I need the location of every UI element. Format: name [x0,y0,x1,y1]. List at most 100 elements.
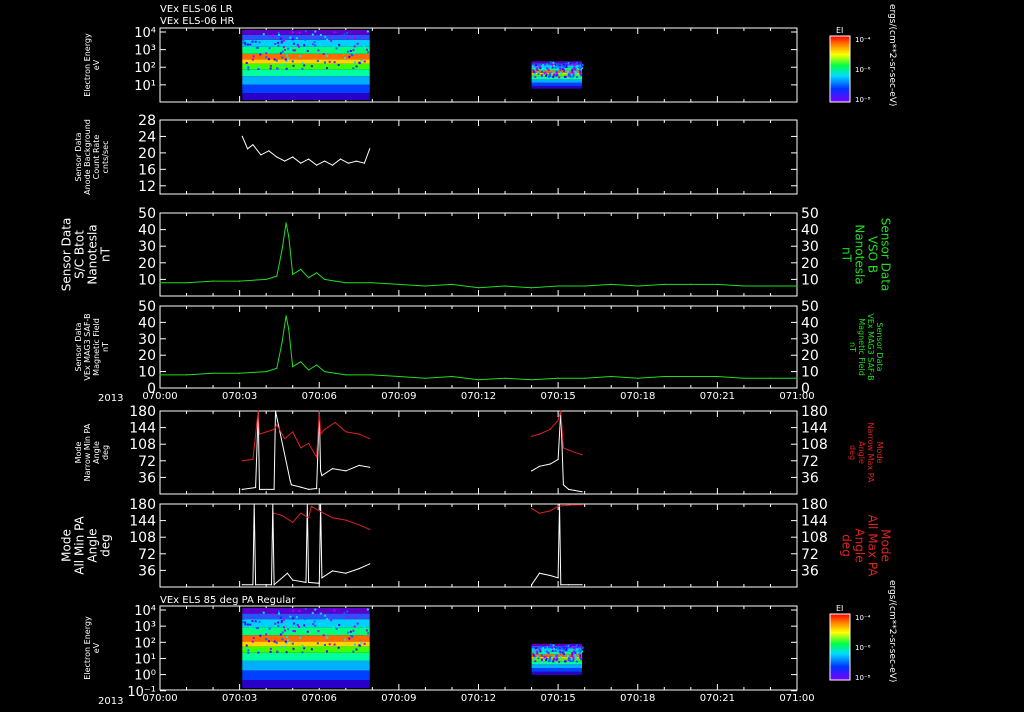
narrow-pa-point [331,468,334,470]
bottom-spectrogram-block-0-speckle [278,646,281,649]
narrow-pa-point [316,487,318,490]
bottom-spectrogram-block-1-speckle [554,649,557,652]
bmag-sc-point [371,282,373,284]
background-count-point [252,144,254,146]
top-spectrogram-block-0-speckle [353,45,356,48]
top-spectrogram-block-0-speckle [295,37,298,40]
bottom-spectrogram-block-0-speckle [363,642,366,645]
x-tick-label: 070:09 [381,391,416,402]
bmag-sc-ylabel-line: Sensor Data [60,218,74,292]
top-spectrogram-block-0-speckle [335,47,338,50]
top-spectrogram-block-0-speckle [310,65,313,68]
bottom-spectrogram-block-0-speckle [286,635,289,638]
narrow-pa-point [290,484,292,486]
top-spectrogram-block-1-speckle [552,61,555,64]
bottom-spectrogram-block-1-speckle [538,647,541,650]
all-pa-point [549,574,551,577]
top-spectrogram-block-0-speckle [280,40,283,43]
bottom-colorbar-tick-mid: 10⁻⁶ [855,644,871,652]
all-pa-point [345,572,347,574]
y-tick-label: 10³ [134,620,156,635]
plot-stage: VEx ELS-06 LR VEx ELS-06 HR VEx ELS 85 d… [0,0,1024,708]
top-spectrogram-block-1-speckle [532,69,535,72]
top-spectrogram-block-0-band [242,76,370,85]
top-spectrogram-block-0-speckle [298,31,301,34]
top-spectrogram-block-0-speckle [291,38,294,41]
bmag-mag3-point [796,377,798,379]
all-pa-point [286,572,288,574]
bottom-spectrogram-block-0-speckle [287,628,290,631]
bmag-mag3-point [690,375,692,378]
all-pa-point [531,508,533,510]
bottom-spectrogram-block-0-speckle [317,617,320,620]
all-pa-point [320,503,322,505]
all-pa-point [318,510,320,512]
bottom-spectrogram-block-0-speckle [316,642,319,645]
bottom-spectrogram-block-0-speckle [276,651,279,654]
bmag-sc-panel: 10 1020 2030 3040 4050 50 [138,206,819,297]
top-spectrogram-block-1-band [531,85,583,89]
bmag-mag3-point [281,341,283,343]
top-spectrogram-block-0-speckle [244,35,247,38]
bmag-sc-right-ylabel-line: Nanotesla [853,224,867,284]
bottom-spectrogram-block-0-speckle [277,625,280,628]
y-tick-label: 144 [129,514,156,530]
top-spectrogram-block-1-speckle [553,74,556,77]
top-spectrogram-block-1-speckle [542,66,545,69]
all-pa-point [570,504,573,506]
all-pa-point [557,505,559,507]
top-spectrogram-block-1-speckle [554,66,557,69]
bottom-spectrogram-title: VEx ELS 85 deg PA Regular [160,595,296,606]
narrow-pa-point [316,456,318,458]
top-spectrogram-block-1-band [531,79,583,83]
top-spectrogram-block-1-speckle [563,75,566,78]
background-count-frame [159,119,798,195]
bottom-spectrogram-ylabel: Electron Energy eV [83,616,101,680]
top-spectrogram-block-0-speckle [259,53,262,56]
narrow-pa-point [320,433,322,435]
bmag-mag3-point [285,315,287,317]
bottom-spectrogram-block-0-speckle [296,624,299,627]
top-colorbar-unit: ergs/(cm**2-sr-sec-eV) [887,4,897,106]
top-spectrogram-block-0-speckle [284,58,287,61]
background-count-point [339,158,342,160]
top-spectrogram-block-0-speckle [280,31,283,34]
bottom-spectrogram-block-0-speckle [275,641,278,644]
right-y-tick-label: 30 [801,239,819,255]
top-spectrogram-block-1-speckle [544,63,547,66]
bmag-sc-point [285,222,287,224]
stacked-time-series-figure: VEx ELS-06 LR VEx ELS-06 HR VEx ELS 85 d… [60,4,898,707]
narrow-pa-point [358,433,360,435]
top-spectrogram-block-0-speckle [297,45,300,48]
bottom-spectrogram-block-0-speckle [330,619,333,622]
top-spectrogram-block-0-speckle [328,60,331,63]
y-tick-label: 10¹ [134,79,156,94]
background-count-point [347,162,349,164]
bottom-spectrogram-block-0-speckle [265,638,268,641]
bmag-mag3-point [316,364,318,366]
bottom-spectrogram-block-0-speckle [324,614,327,617]
y-tick-label: 12 [138,179,156,195]
top-spectrogram-block-0-speckle [353,37,356,40]
bottom-spectrogram-block-0-speckle [353,616,356,619]
narrow-pa-point [538,465,541,467]
narrow-pa-point [252,458,254,460]
bottom-spectrogram-block-1-speckle [569,645,572,648]
top-spectrogram-block-0-speckle [337,63,340,66]
top-spectrogram-ylabel-line: eV [92,59,101,70]
top-spectrogram-block-1-speckle [534,75,537,78]
top-spectrogram-block-1-speckle [556,64,559,67]
bottom-spectrogram-block-1-speckle [563,649,566,652]
bmag-mag3-point [663,375,665,378]
narrow-pa-right-ylabel-line: Narrow Max PA [866,423,875,484]
top-spectrogram-block-1-speckle [579,72,582,75]
top-spectrogram-block-0-speckle [277,44,280,47]
bottom-spectrogram-block-0-speckle [253,615,256,618]
top-spectrogram-block-0-speckle [281,50,284,53]
bottom-spectrogram-block-1-speckle [554,651,557,654]
bottom-spectrogram-block-1-speckle [547,660,550,663]
top-spectrogram-block-0-speckle [366,30,369,33]
top-spectrogram-block-0-speckle [276,67,279,70]
bottom-spectrogram-block-1-speckle [573,647,576,650]
bmag-mag3-point [159,374,161,376]
